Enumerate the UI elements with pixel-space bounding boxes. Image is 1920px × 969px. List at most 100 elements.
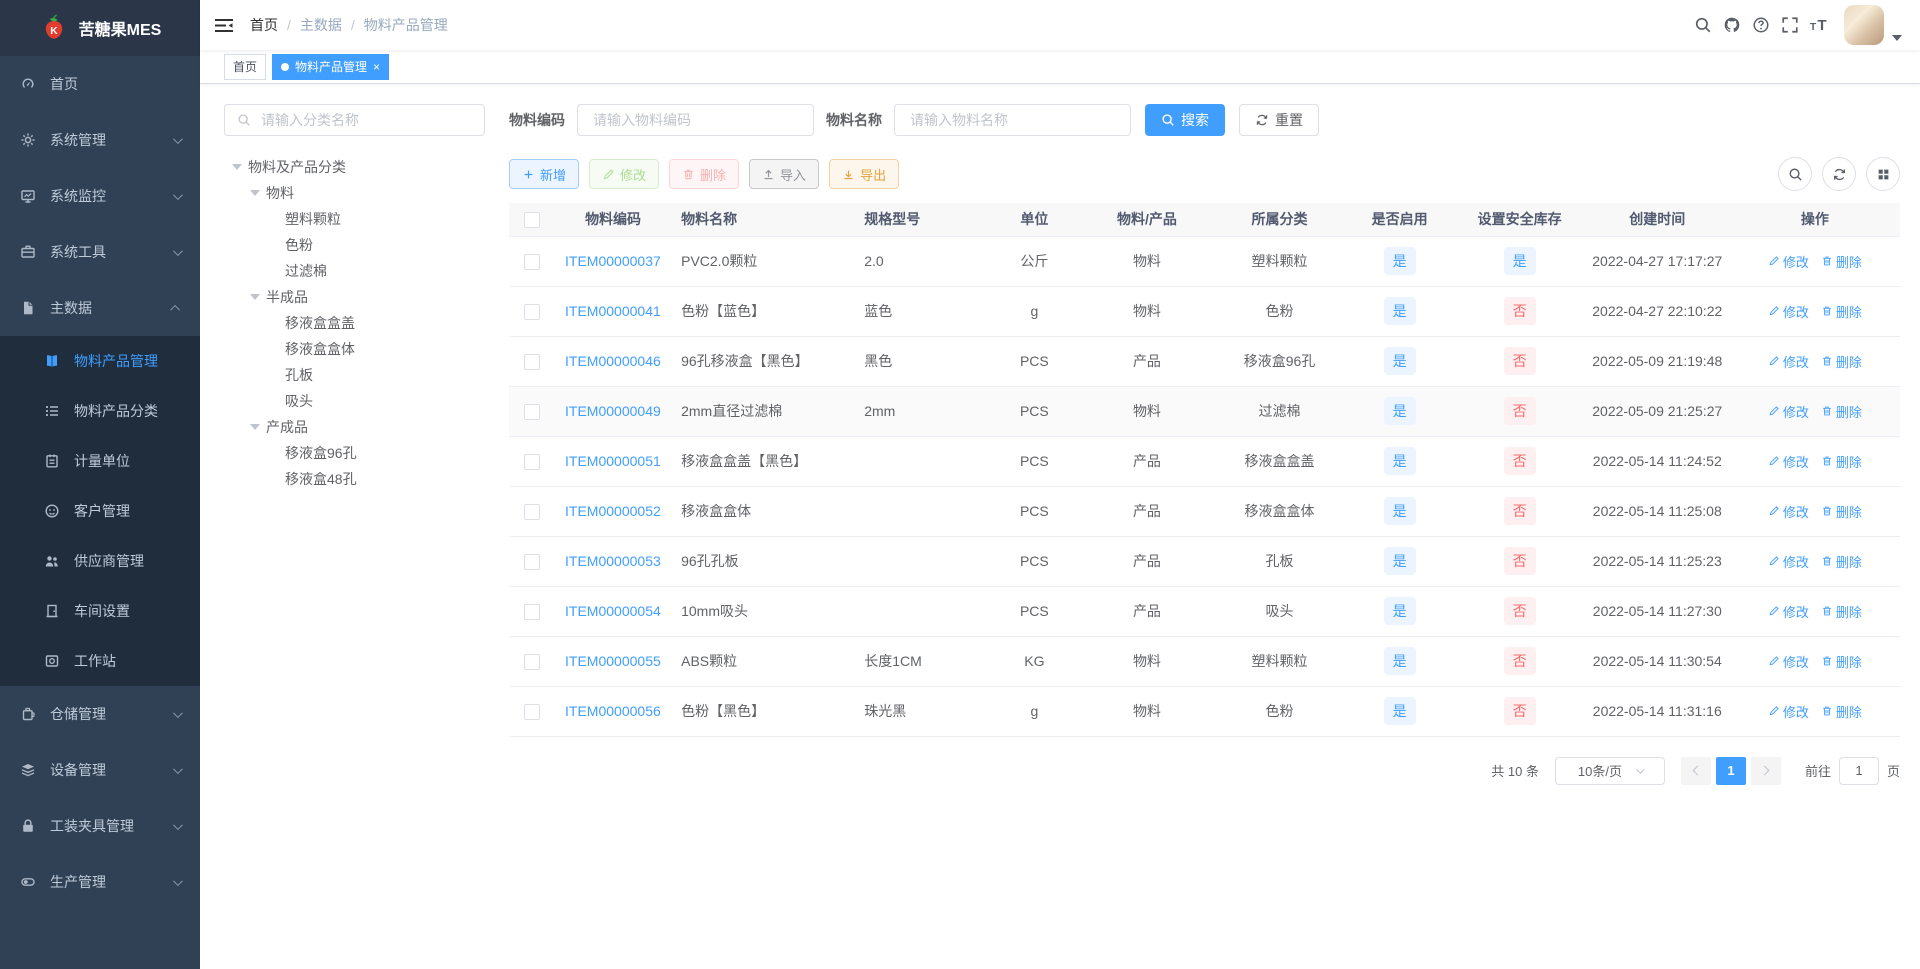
row-delete-link[interactable]: 删除: [1821, 502, 1862, 521]
material-code-input[interactable]: [577, 104, 814, 136]
delete-button[interactable]: 删除: [669, 159, 740, 189]
sidebar-item[interactable]: 仓储管理: [0, 686, 200, 742]
row-delete-link[interactable]: 删除: [1821, 252, 1862, 271]
row-edit-link[interactable]: 修改: [1768, 352, 1809, 371]
row-delete-link[interactable]: 删除: [1821, 302, 1862, 321]
goto-page-input[interactable]: [1838, 756, 1879, 785]
row-delete-link[interactable]: 删除: [1821, 552, 1862, 571]
breadcrumb-home[interactable]: 首页: [250, 15, 278, 35]
edit-button[interactable]: 修改: [589, 159, 660, 189]
tree-node[interactable]: 半成品: [224, 284, 485, 310]
sidebar-item[interactable]: 首页: [0, 56, 200, 112]
tree-node[interactable]: 移液盒96孔: [224, 440, 485, 466]
sidebar-subitem[interactable]: 车间设置: [0, 586, 200, 636]
sidebar-item[interactable]: 系统监控: [0, 168, 200, 224]
github-icon[interactable]: [1723, 16, 1741, 34]
row-checkbox[interactable]: [524, 603, 541, 620]
item-code-link[interactable]: ITEM00000052: [565, 503, 661, 519]
row-checkbox[interactable]: [524, 253, 541, 270]
tree-search-input[interactable]: [259, 111, 472, 129]
row-delete-link[interactable]: 删除: [1821, 702, 1862, 721]
item-code-link[interactable]: ITEM00000049: [565, 403, 661, 419]
search-toggle-button[interactable]: [1778, 157, 1812, 191]
sidebar-subitem[interactable]: 计量单位: [0, 436, 200, 486]
refresh-toggle-button[interactable]: [1822, 157, 1856, 191]
sidebar-item[interactable]: 系统工具: [0, 224, 200, 280]
tree-node[interactable]: 色粉: [224, 232, 485, 258]
add-button[interactable]: 新增: [509, 159, 580, 189]
item-code-link[interactable]: ITEM00000056: [565, 703, 661, 719]
row-edit-link[interactable]: 修改: [1768, 652, 1809, 671]
tree-node[interactable]: 移液盒盒体: [224, 336, 485, 362]
sidebar-subitem[interactable]: 物料产品管理: [0, 336, 200, 386]
page-size-select[interactable]: 10条/页: [1554, 756, 1665, 785]
tree-node[interactable]: 塑料颗粒: [224, 206, 485, 232]
item-code-link[interactable]: ITEM00000053: [565, 553, 661, 569]
sidebar-item[interactable]: 设备管理: [0, 742, 200, 798]
header-search-icon[interactable]: [1694, 16, 1712, 34]
row-edit-link[interactable]: 修改: [1768, 702, 1809, 721]
font-size-icon[interactable]: TT: [1810, 16, 1828, 34]
select-all-checkbox[interactable]: [524, 211, 541, 228]
row-delete-link[interactable]: 删除: [1821, 452, 1862, 471]
row-checkbox[interactable]: [524, 403, 541, 420]
page-number-button[interactable]: 1: [1715, 756, 1746, 785]
sidebar-subitem[interactable]: 物料产品分类: [0, 386, 200, 436]
prev-page-button[interactable]: [1680, 756, 1711, 785]
tab-close-icon[interactable]: [373, 61, 380, 73]
sidebar-subitem[interactable]: 供应商管理: [0, 536, 200, 586]
item-code-link[interactable]: ITEM00000046: [565, 353, 661, 369]
item-code-link[interactable]: ITEM00000051: [565, 453, 661, 469]
tree-node[interactable]: 过滤棉: [224, 258, 485, 284]
hamburger-icon[interactable]: [200, 0, 248, 50]
sidebar-subitem[interactable]: 客户管理: [0, 486, 200, 536]
row-checkbox[interactable]: [524, 553, 541, 570]
item-code-link[interactable]: ITEM00000055: [565, 653, 661, 669]
item-code-link[interactable]: ITEM00000041: [565, 303, 661, 319]
sidebar-item[interactable]: 生产管理: [0, 854, 200, 910]
help-icon[interactable]: [1752, 16, 1770, 34]
next-page-button[interactable]: [1750, 756, 1781, 785]
tab-home[interactable]: 首页: [224, 53, 267, 80]
sidebar-item[interactable]: 主数据: [0, 280, 200, 336]
search-button[interactable]: 搜索: [1145, 104, 1225, 136]
row-checkbox[interactable]: [524, 703, 541, 720]
row-delete-link[interactable]: 删除: [1821, 602, 1862, 621]
tree-node[interactable]: 移液盒48孔: [224, 466, 485, 492]
row-edit-link[interactable]: 修改: [1768, 402, 1809, 421]
row-edit-link[interactable]: 修改: [1768, 502, 1809, 521]
sidebar-item[interactable]: 工装夹具管理: [0, 798, 200, 854]
sidebar-item[interactable]: 系统管理: [0, 112, 200, 168]
row-edit-link[interactable]: 修改: [1768, 552, 1809, 571]
item-code-link[interactable]: ITEM00000054: [565, 603, 661, 619]
fullscreen-icon[interactable]: [1781, 16, 1799, 34]
import-button[interactable]: 导入: [749, 159, 820, 189]
row-checkbox[interactable]: [524, 303, 541, 320]
row-checkbox[interactable]: [524, 503, 541, 520]
material-name-input[interactable]: [894, 104, 1131, 136]
reset-button[interactable]: 重置: [1239, 104, 1319, 136]
row-delete-link[interactable]: 删除: [1821, 352, 1862, 371]
avatar[interactable]: [1844, 5, 1884, 45]
tree-node[interactable]: 移液盒盒盖: [224, 310, 485, 336]
row-checkbox[interactable]: [524, 353, 541, 370]
tree-node[interactable]: 产成品: [224, 414, 485, 440]
row-edit-link[interactable]: 修改: [1768, 302, 1809, 321]
sidebar-subitem[interactable]: 工作站: [0, 636, 200, 686]
user-menu[interactable]: [1844, 5, 1902, 45]
row-edit-link[interactable]: 修改: [1768, 252, 1809, 271]
tree-node[interactable]: 物料及产品分类: [224, 154, 485, 180]
tree-node[interactable]: 物料: [224, 180, 485, 206]
row-edit-link[interactable]: 修改: [1768, 602, 1809, 621]
tree-node[interactable]: 孔板: [224, 362, 485, 388]
row-delete-link[interactable]: 删除: [1821, 402, 1862, 421]
tree-node[interactable]: 吸头: [224, 388, 485, 414]
row-delete-link[interactable]: 删除: [1821, 652, 1862, 671]
tab-material-product-management[interactable]: 物料产品管理: [272, 53, 390, 80]
row-checkbox[interactable]: [524, 653, 541, 670]
item-code-link[interactable]: ITEM00000037: [565, 253, 661, 269]
logo[interactable]: K 苦糖果MES: [0, 0, 200, 56]
export-button[interactable]: 导出: [829, 159, 900, 189]
row-checkbox[interactable]: [524, 453, 541, 470]
grid-toggle-button[interactable]: [1866, 157, 1900, 191]
